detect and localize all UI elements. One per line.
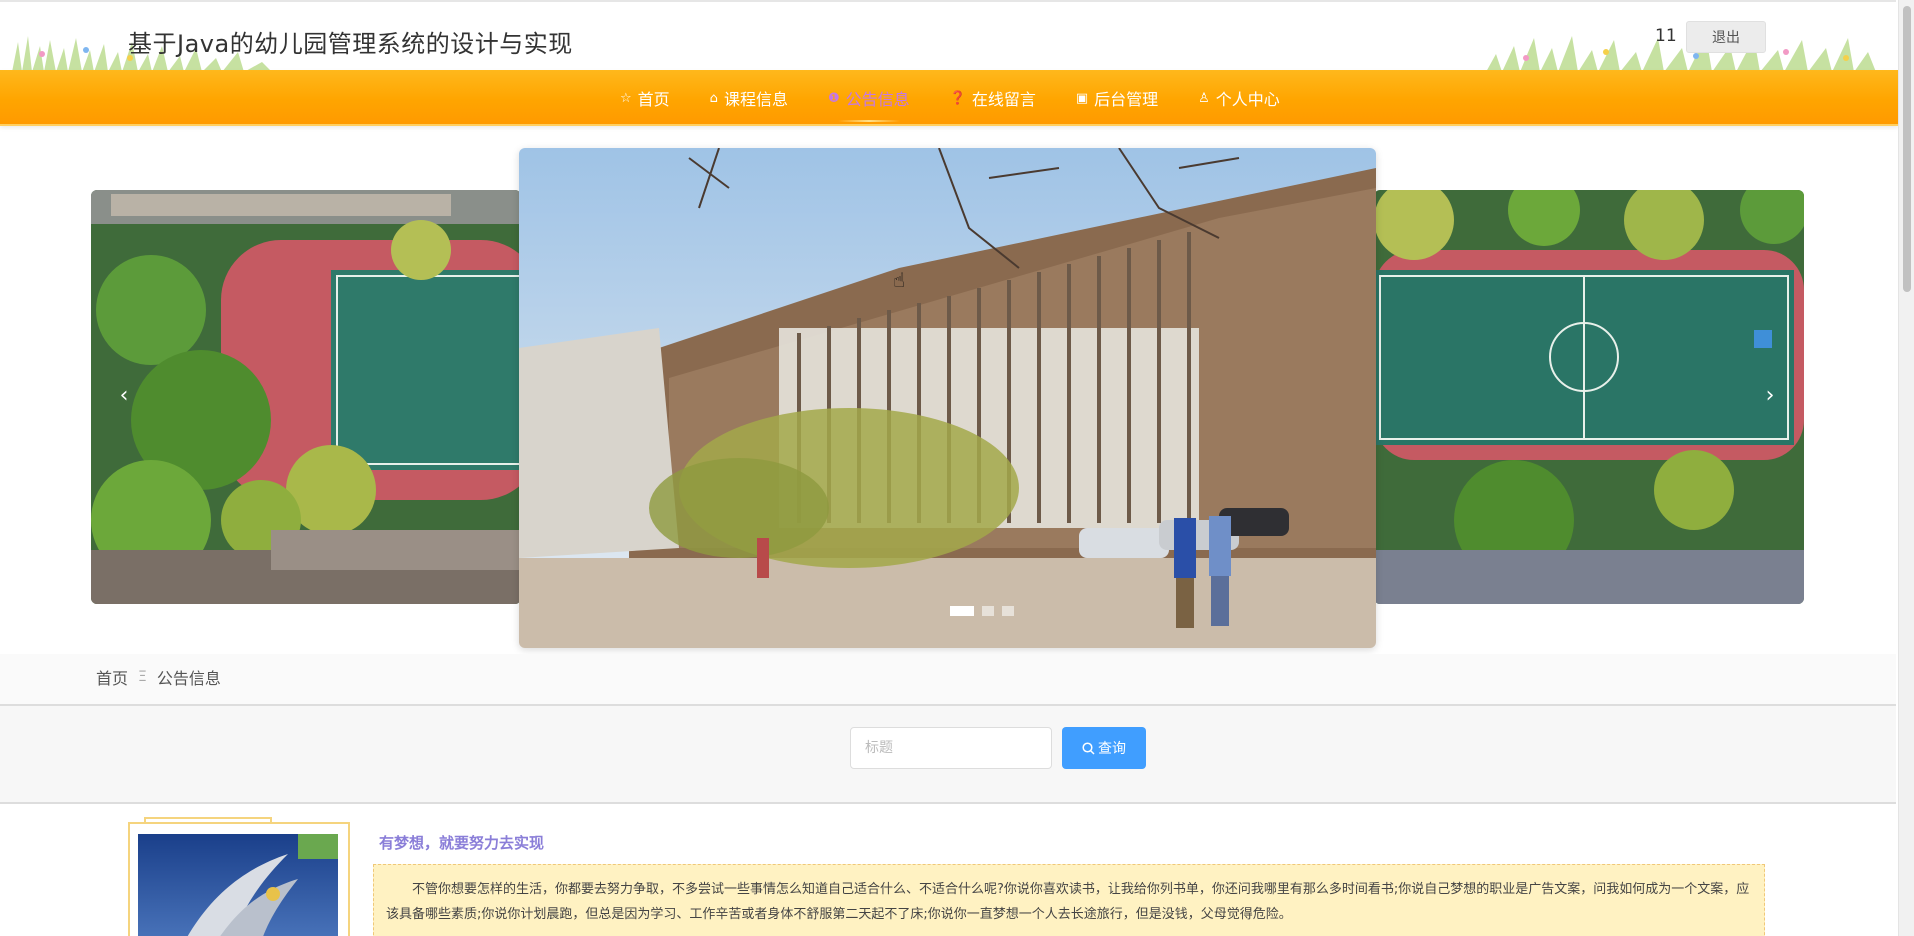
breadcrumb-bar: 首页 Ξ 公告信息 bbox=[0, 654, 1896, 704]
breadcrumb: 首页 Ξ 公告信息 bbox=[96, 665, 221, 689]
aerial-sports-field-image bbox=[1374, 190, 1804, 604]
news-list-item: 有梦想，就要努力去实现 不管你想要怎样的生活，你都要去努力争取，不多尝试一些事情… bbox=[0, 804, 1896, 936]
carousel-indicators bbox=[950, 606, 1014, 616]
nav-item-label: 在线留言 bbox=[971, 90, 1036, 109]
sculpture-image bbox=[138, 834, 338, 936]
news-thumbnail-frame[interactable] bbox=[128, 822, 350, 936]
carousel-next-arrow[interactable]: › bbox=[1758, 383, 1782, 408]
nav-item-label: 首页 bbox=[637, 90, 670, 109]
bag-icon: ⌂ bbox=[709, 90, 718, 106]
star-icon: ☆ bbox=[620, 90, 632, 106]
campus-building-image bbox=[519, 148, 1376, 648]
title-search-input[interactable] bbox=[850, 727, 1052, 769]
nav-item-courses[interactable]: ⌂ 课程信息 bbox=[690, 70, 808, 126]
scrollbar-thumb[interactable] bbox=[1903, 6, 1911, 292]
carousel-indicator-2[interactable] bbox=[982, 606, 994, 616]
nav-item-label: 公告信息 bbox=[845, 90, 910, 109]
nav-item-label: 个人中心 bbox=[1215, 90, 1280, 109]
nav-item-label: 课程信息 bbox=[723, 90, 788, 109]
grass-decoration-right bbox=[1486, 36, 1876, 72]
nav-item-profile[interactable]: ♙ 个人中心 bbox=[1178, 70, 1300, 126]
carousel-slide-active[interactable] bbox=[519, 148, 1376, 648]
site-title: 基于Java的幼儿园管理系统的设计与实现 bbox=[128, 30, 573, 58]
page-scrollbar[interactable] bbox=[1898, 0, 1914, 936]
cube-icon: ▣ bbox=[1075, 90, 1089, 106]
breadcrumb-current: 公告信息 bbox=[156, 669, 221, 688]
banner-carousel: ‹ › ☝ bbox=[0, 128, 1896, 658]
logout-button[interactable]: 退出 bbox=[1686, 21, 1766, 53]
search-button[interactable]: 查询 bbox=[1062, 727, 1146, 769]
current-username: 11 bbox=[1655, 26, 1677, 46]
nav-items: ☆ 首页 ⌂ 课程信息 ❶ 公告信息 ❓ 在线留言 ▣ 后台管理 ♙ 个人中心 bbox=[600, 70, 1300, 126]
nav-item-messages[interactable]: ❓ 在线留言 bbox=[930, 70, 1056, 126]
question-circle-icon: ❓ bbox=[949, 90, 966, 106]
site-header: 基于Java的幼儿园管理系统的设计与实现 11 退出 bbox=[0, 0, 1896, 72]
breadcrumb-separator-icon: Ξ bbox=[138, 669, 147, 685]
search-icon bbox=[1082, 741, 1095, 755]
news-title[interactable]: 有梦想，就要努力去实现 bbox=[379, 832, 544, 853]
search-bar: 查询 bbox=[0, 704, 1896, 804]
news-thumbnail bbox=[138, 834, 338, 936]
carousel-prev-arrow[interactable]: ‹ bbox=[112, 383, 136, 408]
nav-item-announcements[interactable]: ❶ 公告信息 bbox=[808, 70, 930, 126]
breadcrumb-home[interactable]: 首页 bbox=[96, 665, 128, 689]
user-icon: ♙ bbox=[1198, 90, 1210, 106]
news-summary: 不管你想要怎样的生活，你都要去努力争取，不多尝试一些事情怎么知道自己适合什么、不… bbox=[373, 864, 1765, 936]
carousel-slide-prev[interactable] bbox=[91, 190, 521, 604]
search-button-label: 查询 bbox=[1098, 741, 1126, 757]
nav-item-label: 后台管理 bbox=[1094, 90, 1159, 109]
carousel-indicator-3[interactable] bbox=[1002, 606, 1014, 616]
nav-item-home[interactable]: ☆ 首页 bbox=[600, 70, 690, 126]
nav-item-admin[interactable]: ▣ 后台管理 bbox=[1056, 70, 1178, 126]
carousel-indicator-1[interactable] bbox=[950, 606, 974, 616]
carousel-slide-next[interactable] bbox=[1374, 190, 1804, 604]
main-nav: ☆ 首页 ⌂ 课程信息 ❶ 公告信息 ❓ 在线留言 ▣ 后台管理 ♙ 个人中心 bbox=[0, 70, 1898, 126]
aerial-campus-image bbox=[91, 190, 521, 604]
info-circle-icon: ❶ bbox=[827, 90, 840, 106]
hand-cursor-icon: ☝ bbox=[893, 268, 906, 292]
